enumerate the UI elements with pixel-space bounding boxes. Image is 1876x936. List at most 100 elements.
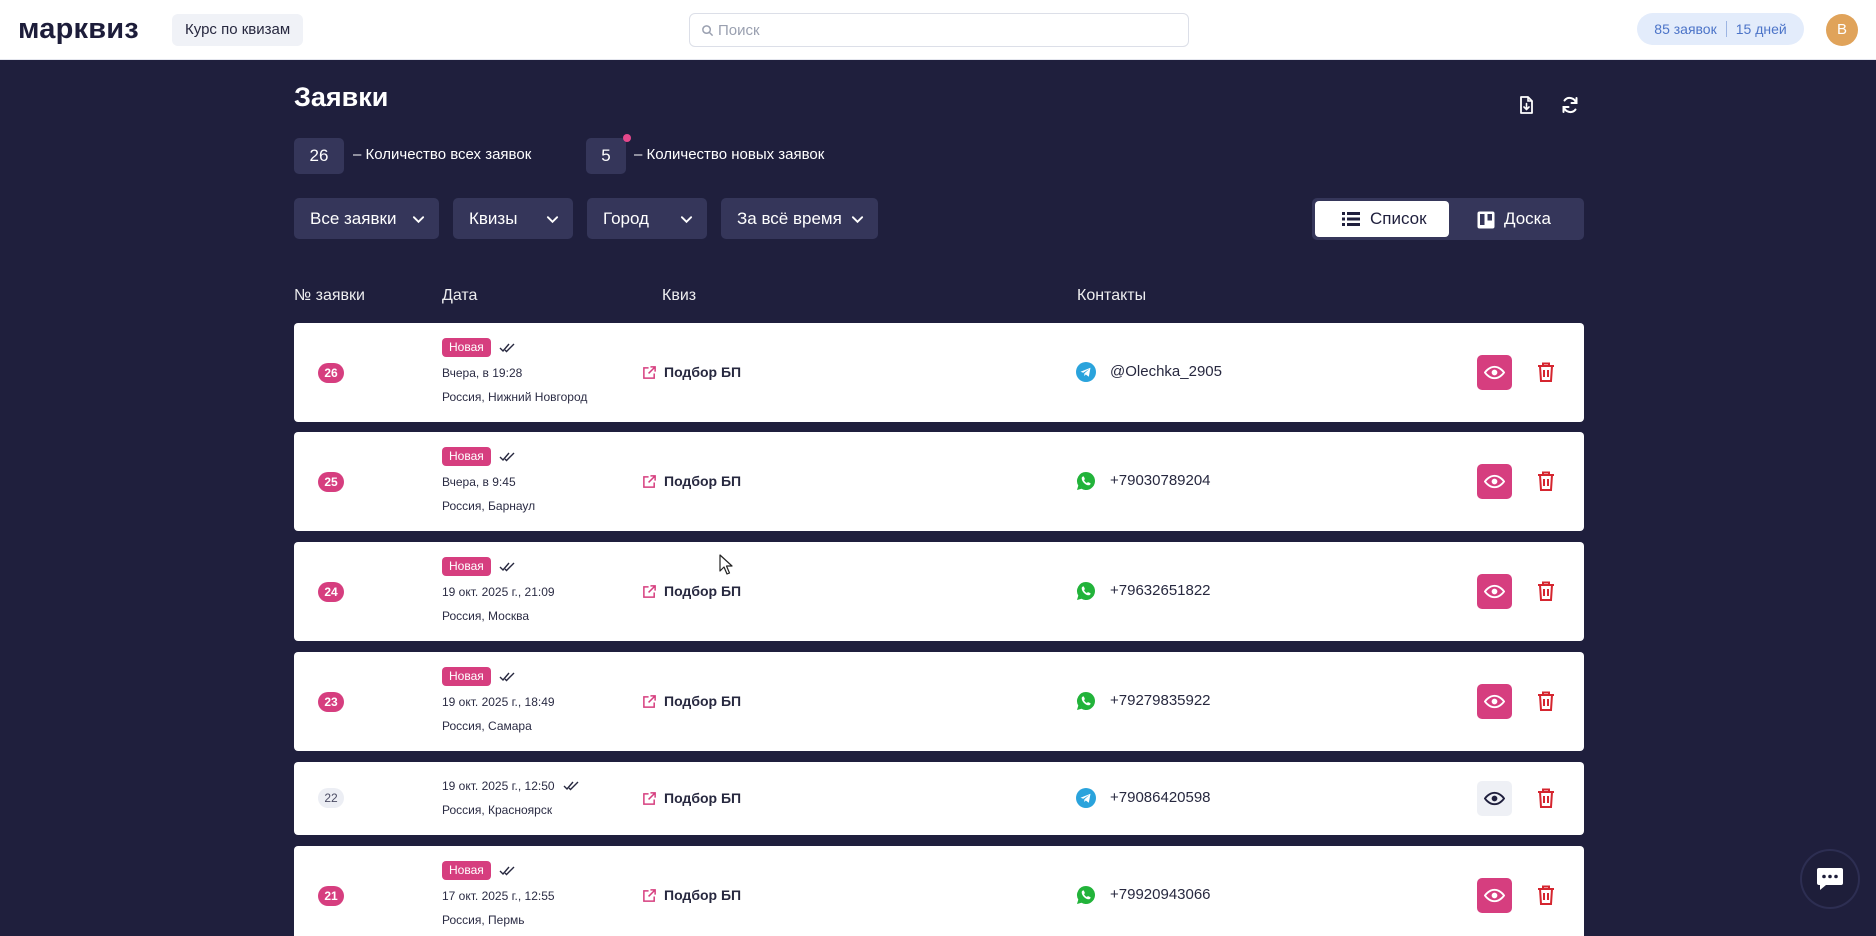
delete-lead-button[interactable] <box>1534 360 1558 384</box>
board-view-button[interactable]: Доска <box>1452 201 1581 237</box>
double-check-icon <box>563 781 579 791</box>
table-row[interactable]: 25 Новая Вчера, в 9:45 Россия, Барнаул П… <box>294 432 1584 531</box>
quiz-link[interactable]: Подбор БП <box>643 790 742 806</box>
lead-contact[interactable]: +79030789204 <box>1077 472 1211 490</box>
view-lead-button[interactable] <box>1477 464 1512 499</box>
refresh-button[interactable] <box>1558 93 1582 117</box>
chevron-down-icon <box>546 216 559 224</box>
view-lead-button[interactable] <box>1477 684 1512 719</box>
contact-value: +79632651822 <box>1110 582 1211 599</box>
lead-city: Россия, Нижний Новгород <box>442 390 588 404</box>
delete-lead-button[interactable] <box>1534 786 1558 810</box>
quiz-link[interactable]: Подбор БП <box>643 364 742 380</box>
column-header-number[interactable]: № заявки <box>294 287 365 305</box>
days-limit: 15 дней <box>1735 21 1787 37</box>
status-badge: Новая <box>442 861 491 880</box>
delete-lead-button[interactable] <box>1534 469 1558 493</box>
telegram-icon <box>1076 788 1096 808</box>
lead-contact[interactable]: @Olechka_2905 <box>1076 362 1222 382</box>
new-leads-count: 5 <box>586 138 626 174</box>
search-input[interactable] <box>718 14 1178 46</box>
quiz-name: Подбор БП <box>664 790 742 806</box>
table-row[interactable]: 23 Новая 19 окт. 2025 г., 18:49 Россия, … <box>294 652 1584 751</box>
status-badge: Новая <box>442 338 491 357</box>
delete-lead-button[interactable] <box>1534 689 1558 713</box>
lead-date: Вчера, в 9:45 <box>442 475 516 489</box>
table-row[interactable]: 24 Новая 19 окт. 2025 г., 21:09 Россия, … <box>294 542 1584 641</box>
status-filter[interactable]: Все заявки <box>294 198 439 239</box>
quiz-filter-label: Квизы <box>469 209 518 228</box>
quiz-link[interactable]: Подбор БП <box>643 473 742 489</box>
double-check-icon <box>499 343 515 353</box>
table-row[interactable]: 26 Новая Вчера, в 19:28 Россия, Нижний Н… <box>294 323 1584 422</box>
quiz-link[interactable]: Подбор БП <box>643 693 742 709</box>
lead-city: Россия, Самара <box>442 719 532 733</box>
quiz-name: Подбор БП <box>664 364 742 380</box>
quiz-link[interactable]: Подбор БП <box>643 583 741 599</box>
contact-value: +79030789204 <box>1110 472 1211 489</box>
quiz-name: Подбор БП <box>664 473 742 489</box>
contact-value: +79086420598 <box>1110 789 1211 806</box>
whatsapp-icon <box>1077 582 1095 600</box>
list-icon <box>1342 212 1360 226</box>
column-header-date[interactable]: Дата <box>442 287 477 305</box>
external-link-icon <box>643 366 656 379</box>
search-box[interactable] <box>689 13 1189 47</box>
chevron-down-icon <box>412 216 425 224</box>
trash-icon <box>1538 691 1554 711</box>
lead-contact[interactable]: +79632651822 <box>1077 582 1211 600</box>
leads-limit: 85 заявок <box>1654 21 1717 37</box>
contact-value: @Olechka_2905 <box>1110 363 1222 380</box>
period-filter[interactable]: За всё время <box>721 198 878 239</box>
view-lead-button[interactable] <box>1477 781 1512 816</box>
quiz-name: Подбор БП <box>664 693 742 709</box>
telegram-icon <box>1076 362 1096 382</box>
eye-icon <box>1484 584 1505 599</box>
avatar[interactable]: В <box>1826 14 1858 46</box>
delete-lead-button[interactable] <box>1534 883 1558 907</box>
export-button[interactable] <box>1514 93 1538 117</box>
city-filter[interactable]: Город <box>587 198 707 239</box>
delete-lead-button[interactable] <box>1534 579 1558 603</box>
course-button[interactable]: Курс по квизам <box>172 14 304 46</box>
board-view-label: Доска <box>1504 209 1551 228</box>
table-row[interactable]: 21 Новая 17 окт. 2025 г., 12:55 Россия, … <box>294 846 1584 936</box>
new-leads-label: – Количество новых заявок <box>634 146 825 163</box>
refresh-icon <box>1562 96 1578 114</box>
view-lead-button[interactable] <box>1477 574 1512 609</box>
lead-city: Россия, Красноярск <box>442 803 553 817</box>
whatsapp-icon <box>1077 886 1095 904</box>
lead-contact[interactable]: +79279835922 <box>1077 692 1211 710</box>
double-check-icon <box>499 672 515 682</box>
quiz-name: Подбор БП <box>664 887 742 903</box>
trash-icon <box>1538 471 1554 491</box>
new-indicator-dot <box>623 134 631 142</box>
list-view-label: Список <box>1370 209 1427 228</box>
status-badge: Новая <box>442 557 491 576</box>
external-link-icon <box>643 475 656 488</box>
lead-date: 19 окт. 2025 г., 21:09 <box>442 585 555 599</box>
tariff-limits[interactable]: 85 заявок 15 дней <box>1637 13 1804 45</box>
lead-number: 24 <box>318 582 344 602</box>
lead-city: Россия, Пермь <box>442 913 525 927</box>
view-lead-button[interactable] <box>1477 878 1512 913</box>
lead-number: 21 <box>318 886 344 906</box>
list-view-button[interactable]: Список <box>1315 201 1449 237</box>
trash-icon <box>1538 581 1554 601</box>
quiz-filter[interactable]: Квизы <box>453 198 573 239</box>
total-leads-label: – Количество всех заявок <box>353 146 532 163</box>
board-icon <box>1477 211 1495 229</box>
trash-icon <box>1538 362 1554 382</box>
logo[interactable]: марквиз <box>18 13 139 46</box>
table-row[interactable]: 22 19 окт. 2025 г., 12:50 Россия, Красно… <box>294 762 1584 835</box>
lead-date: Вчера, в 19:28 <box>442 366 523 380</box>
city-filter-label: Город <box>603 209 649 228</box>
lead-contact[interactable]: +79920943066 <box>1077 886 1211 904</box>
column-header-quiz[interactable]: Квиз <box>662 287 696 305</box>
chat-button[interactable] <box>1802 851 1858 907</box>
status-badge: Новая <box>442 667 491 686</box>
column-header-contacts[interactable]: Контакты <box>1077 287 1146 305</box>
view-lead-button[interactable] <box>1477 355 1512 390</box>
quiz-link[interactable]: Подбор БП <box>643 887 742 903</box>
lead-contact[interactable]: +79086420598 <box>1076 788 1211 808</box>
